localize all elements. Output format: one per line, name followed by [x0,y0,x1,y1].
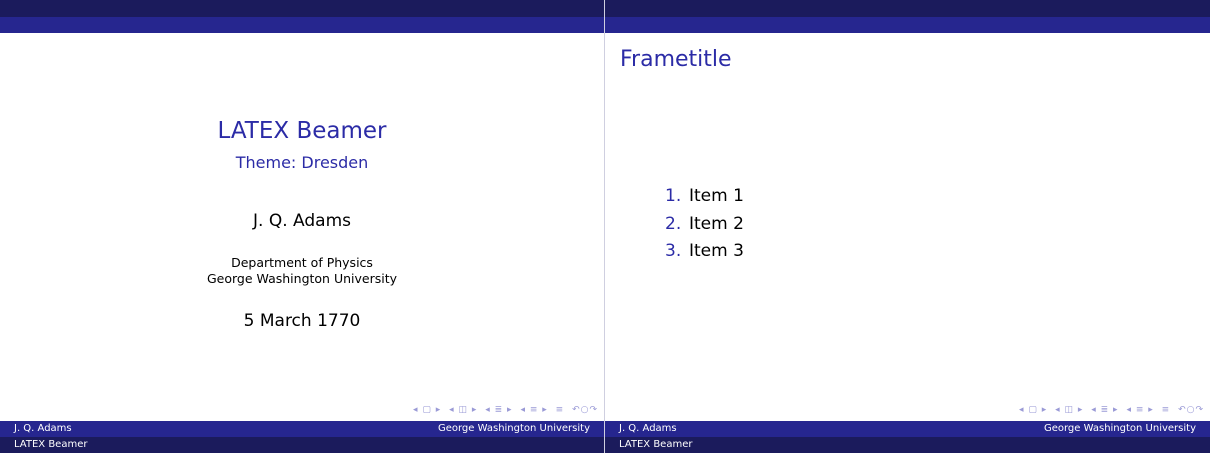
title-slide: LATEX Beamer Theme: Dresden J. Q. Adams … [0,0,604,453]
appendix-icon[interactable]: ≡ [556,405,565,415]
frame-nav-icon[interactable]: ◂ ▢ ▸ [413,405,441,415]
enumerated-list: 1. Item 1 2. Item 2 3. Item 3 [665,184,744,267]
footer-bar-bottom: LATEX Beamer [605,437,1210,453]
navigation-controls: ◂ ▢ ▸ ◂ ◫ ▸ ◂ ≣ ▸ ◂ ≡ ▸ ≡ ↶○↷ [409,405,598,417]
subsection-nav-icon[interactable]: ◂ ◫ ▸ [449,405,477,415]
footer-bar-bottom: LATEX Beamer [0,437,604,453]
item-number: 2. [665,213,682,234]
header-bar-top [0,0,604,17]
presentation-date: 5 March 1770 [243,311,361,331]
document-nav-icon[interactable]: ◂ ≡ ▸ [520,405,547,415]
footer-short-title: LATEX Beamer [14,439,88,450]
navigation-controls: ◂ ▢ ▸ ◂ ◫ ▸ ◂ ≣ ▸ ◂ ≡ ▸ ≡ ↶○↷ [1015,405,1204,417]
institution: George Washington University [206,271,398,286]
footer-author: J. Q. Adams [14,423,72,434]
footer-bar-top: J. Q. Adams George Washington University [605,421,1210,437]
item-number: 1. [665,186,682,206]
footer-short-title: LATEX Beamer [619,439,693,450]
department: Department of Physics [231,255,373,270]
content-slide: Frametitle 1. Item 1 2. Item 2 3. Item 3 ◂ … [605,0,1210,453]
section-nav-icon[interactable]: ◂ ≣ ▸ [485,405,512,415]
footer-author: J. Q. Adams [619,423,677,434]
header-bar-bottom [0,17,604,33]
header-bar-top [605,0,1210,17]
document-nav-icon[interactable]: ◂ ≡ ▸ [1126,405,1153,415]
presentation-title: LATEX Beamer [217,118,387,144]
list-item: 3. Item 3 [665,239,744,267]
author-name: J. Q. Adams [253,211,351,231]
item-label: Item 2 [689,213,744,234]
search-icon[interactable]: ↶○↷ [572,405,598,415]
list-item: 2. Item 2 [665,212,744,240]
list-item: 1. Item 1 [665,184,744,212]
item-number: 3. [665,241,682,261]
item-label: Item 3 [689,241,744,261]
frame-nav-icon[interactable]: ◂ ▢ ▸ [1019,405,1047,415]
presentation-subtitle: Theme: Dresden [235,153,369,172]
section-nav-icon[interactable]: ◂ ≣ ▸ [1091,405,1118,415]
footer-institution: George Washington University [437,423,590,434]
footer-bar-top: J. Q. Adams George Washington University [0,421,604,437]
search-icon[interactable]: ↶○↷ [1178,405,1204,415]
appendix-icon[interactable]: ≡ [1162,405,1171,415]
item-label: Item 1 [689,186,744,206]
frame-title: Frametitle [620,47,732,72]
footer-institution: George Washington University [1043,423,1196,434]
subsection-nav-icon[interactable]: ◂ ◫ ▸ [1055,405,1083,415]
header-bar-bottom [605,17,1210,33]
